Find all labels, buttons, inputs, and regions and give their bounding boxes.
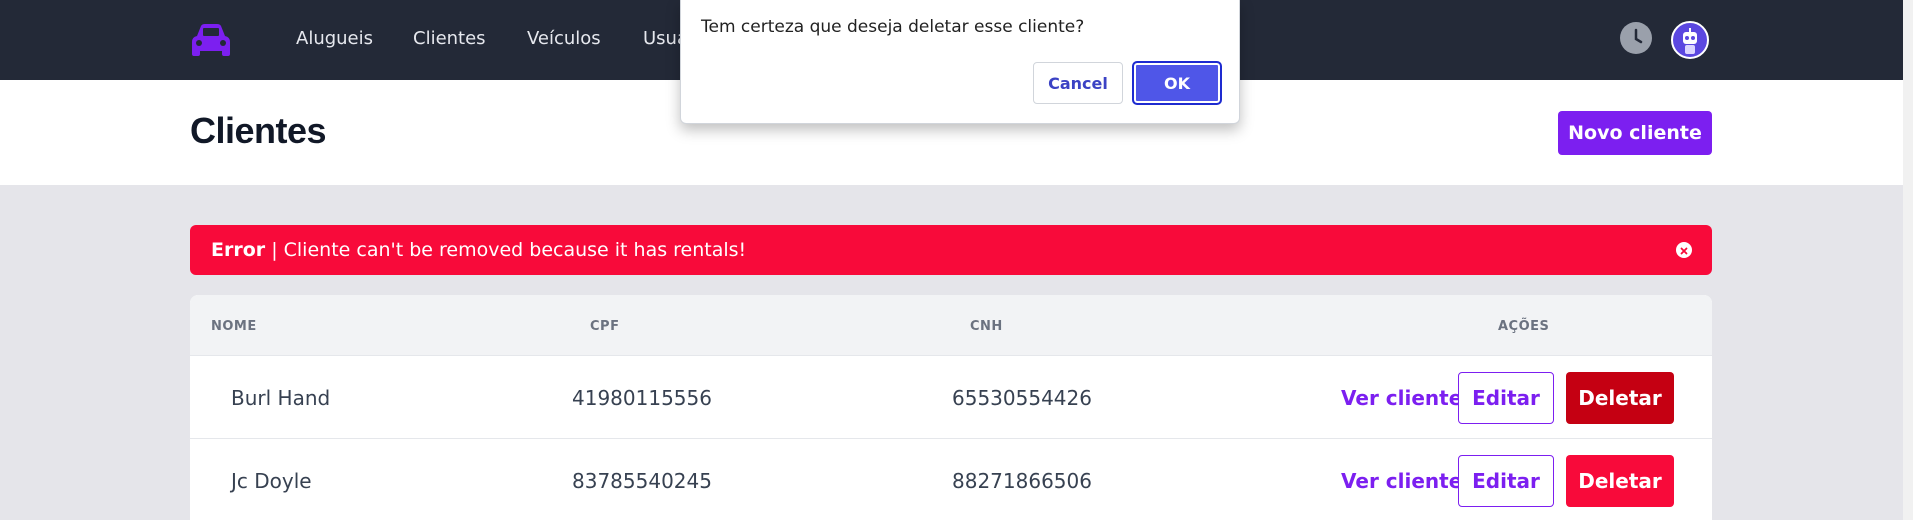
ok-button[interactable]: OK [1132, 61, 1222, 105]
edit-button[interactable]: Editar [1458, 455, 1554, 507]
column-header-acoes: AÇÕES [1498, 319, 1550, 334]
page-title: Clientes [190, 110, 327, 151]
clock-icon[interactable] [1620, 22, 1652, 54]
view-client-link[interactable]: Ver cliente [1341, 469, 1462, 493]
table-row: Jc Doyle 83785540245 88271866506 Ver cli… [190, 439, 1712, 520]
cell-nome: Burl Hand [231, 386, 331, 410]
new-client-button[interactable]: Novo cliente [1558, 111, 1712, 155]
nav-item-alugueis[interactable]: Alugueis [296, 28, 373, 49]
cancel-button[interactable]: Cancel [1033, 62, 1123, 104]
delete-button[interactable]: Deletar [1566, 455, 1674, 507]
page-scrollbar[interactable] [1903, 0, 1913, 520]
alert-title: Error [211, 239, 266, 261]
clients-table: NOME CPF CNH AÇÕES Burl Hand 41980115556… [190, 295, 1712, 520]
car-icon[interactable] [190, 22, 232, 58]
alert-message: | Cliente can't be removed because it ha… [265, 239, 747, 261]
cell-nome: Jc Doyle [231, 469, 312, 493]
dialog-message: Tem certeza que deseja deletar esse clie… [701, 17, 1085, 37]
edit-button[interactable]: Editar [1458, 372, 1554, 424]
delete-button[interactable]: Deletar [1566, 372, 1674, 424]
column-header-cpf: CPF [590, 319, 620, 334]
cell-cpf: 83785540245 [572, 469, 712, 493]
column-header-nome: NOME [211, 319, 257, 334]
column-header-cnh: CNH [970, 319, 1003, 334]
table-header: NOME CPF CNH AÇÕES [190, 295, 1712, 356]
error-alert: Error | Cliente can't be removed because… [190, 225, 1712, 275]
nav-item-clientes[interactable]: Clientes [413, 28, 486, 49]
nav-item-usuarios[interactable]: Usuá [643, 28, 680, 49]
cell-cpf: 41980115556 [572, 386, 712, 410]
cell-cnh: 88271866506 [952, 469, 1092, 493]
nav-item-usuarios-clipped[interactable]: Usuá [643, 20, 680, 60]
confirm-dialog: Tem certeza que deseja deletar esse clie… [680, 0, 1240, 124]
close-circle-icon[interactable] [1676, 242, 1692, 258]
table-row: Burl Hand 41980115556 65530554426 Ver cl… [190, 356, 1712, 439]
robot-avatar-icon[interactable] [1671, 21, 1709, 59]
nav-item-veiculos[interactable]: Veículos [527, 28, 601, 49]
cell-cnh: 65530554426 [952, 386, 1092, 410]
view-client-link[interactable]: Ver cliente [1341, 386, 1462, 410]
